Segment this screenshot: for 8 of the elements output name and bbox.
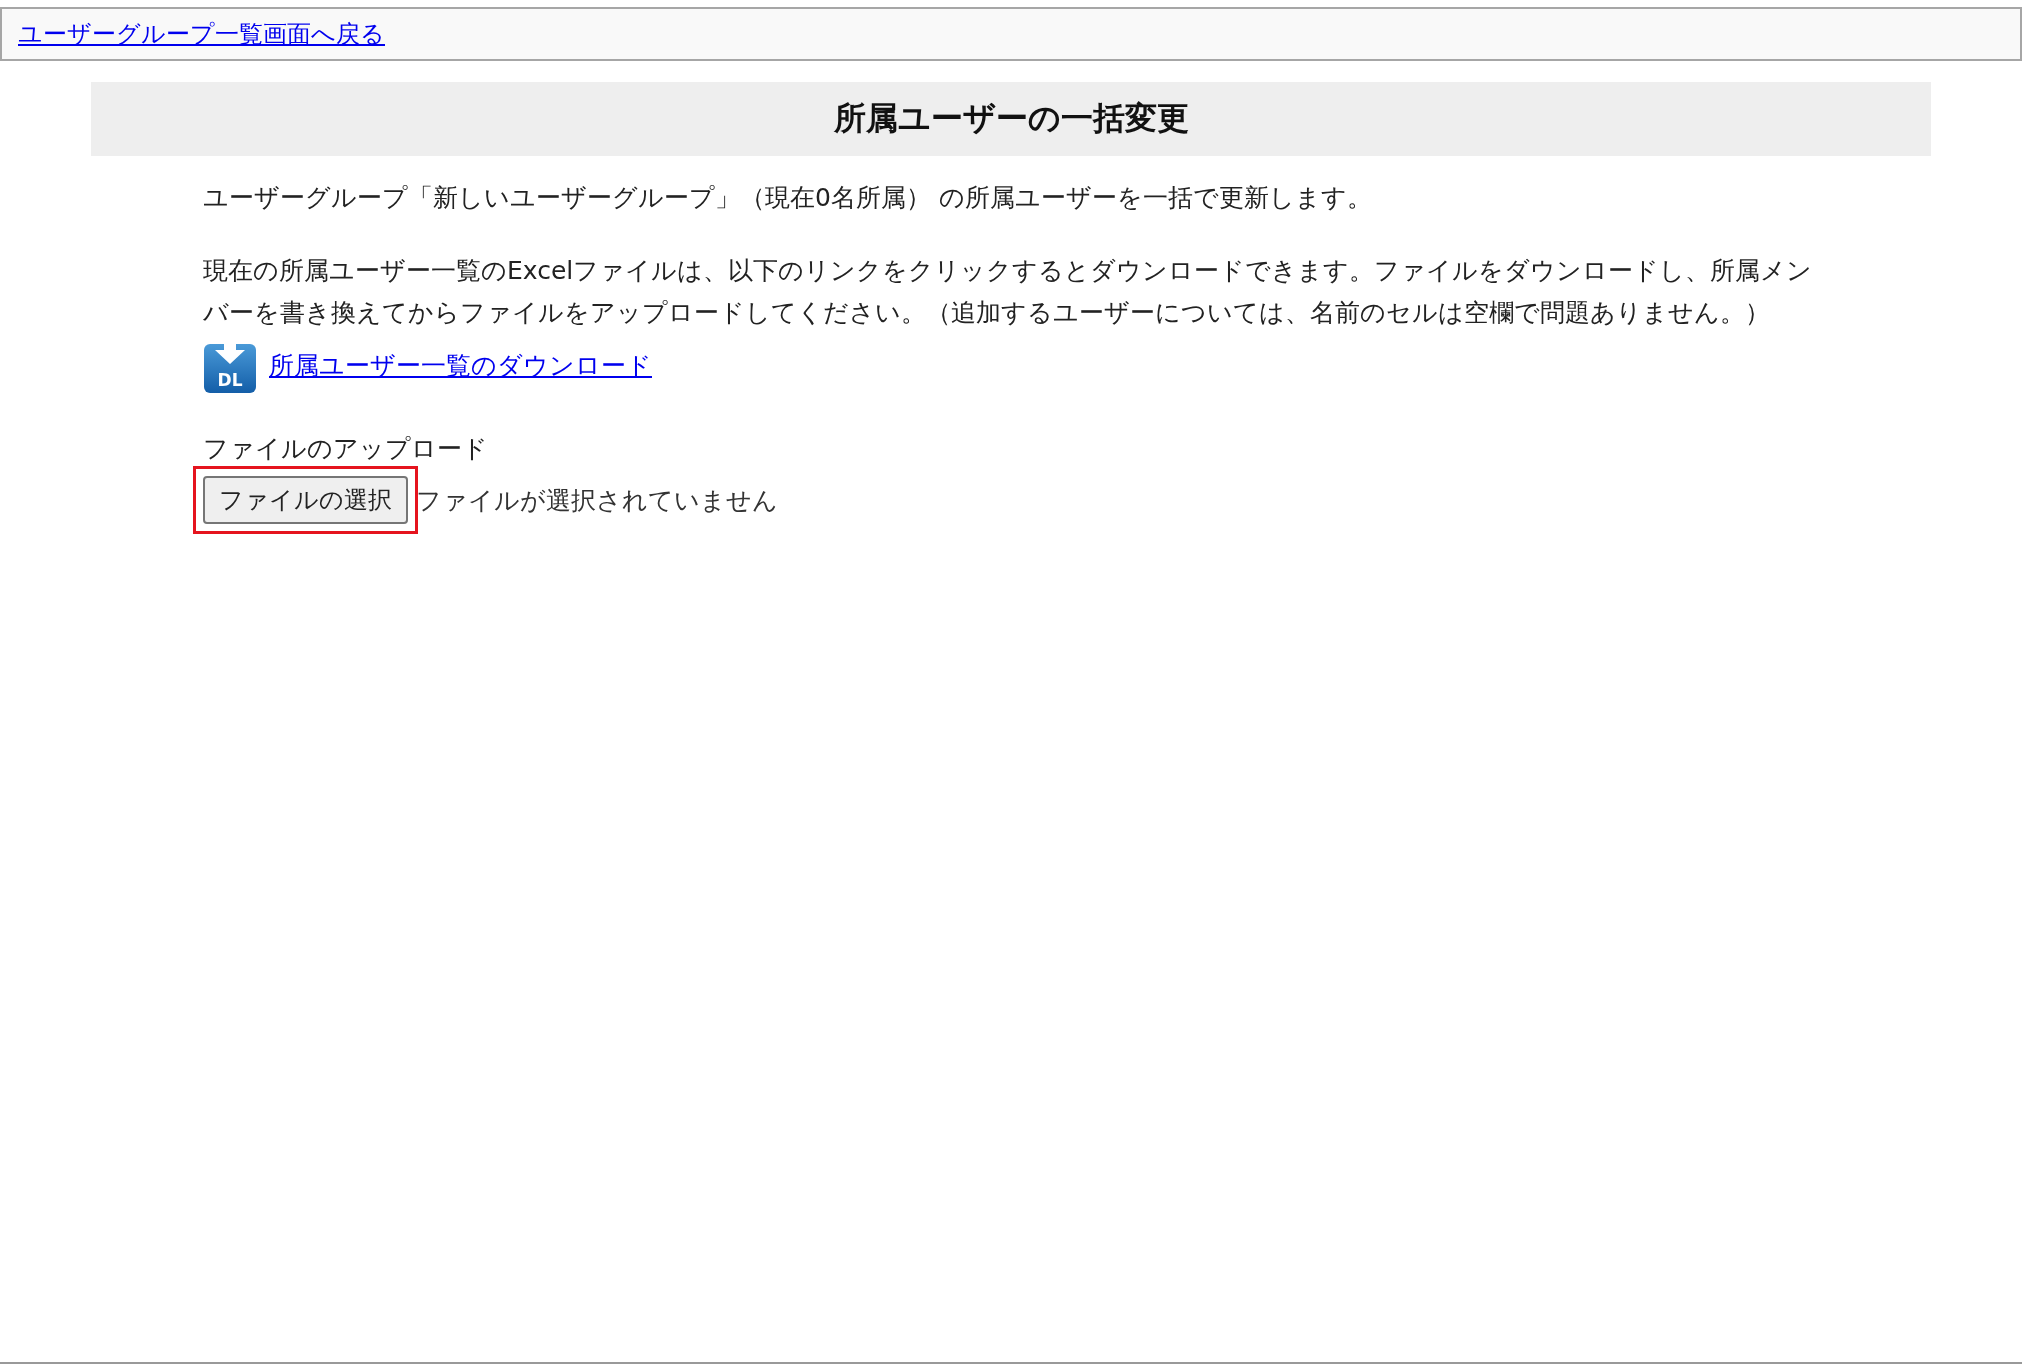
upload-label: ファイルのアップロード — [203, 433, 489, 465]
instruction-text: 現在の所属ユーザー一覧のExcelファイルは、以下のリンクをクリックするとダウンロードできます。ファイルをダウンロードし、所属メンバーを書き換えてからファイルをアップロードしてください。（追加するユーザーについては、名前のセルは空欄で問題ありません。） — [203, 255, 1814, 329]
back-link[interactable]: ユーザーグループ一覧画面へ戻る — [18, 18, 385, 50]
intro-text: ユーザーグループ「新しいユーザーグループ」（現在0名所属） の所属ユーザーを一括で更新します。 — [203, 182, 1373, 214]
page-title: 所属ユーザーの一括変更 — [833, 98, 1189, 139]
download-link[interactable]: 所属ユーザー一覧のダウンロード — [269, 348, 652, 382]
file-status-text: ファイルが選択されていません — [416, 484, 778, 517]
choose-file-button[interactable]: ファイルの選択 — [203, 476, 408, 524]
